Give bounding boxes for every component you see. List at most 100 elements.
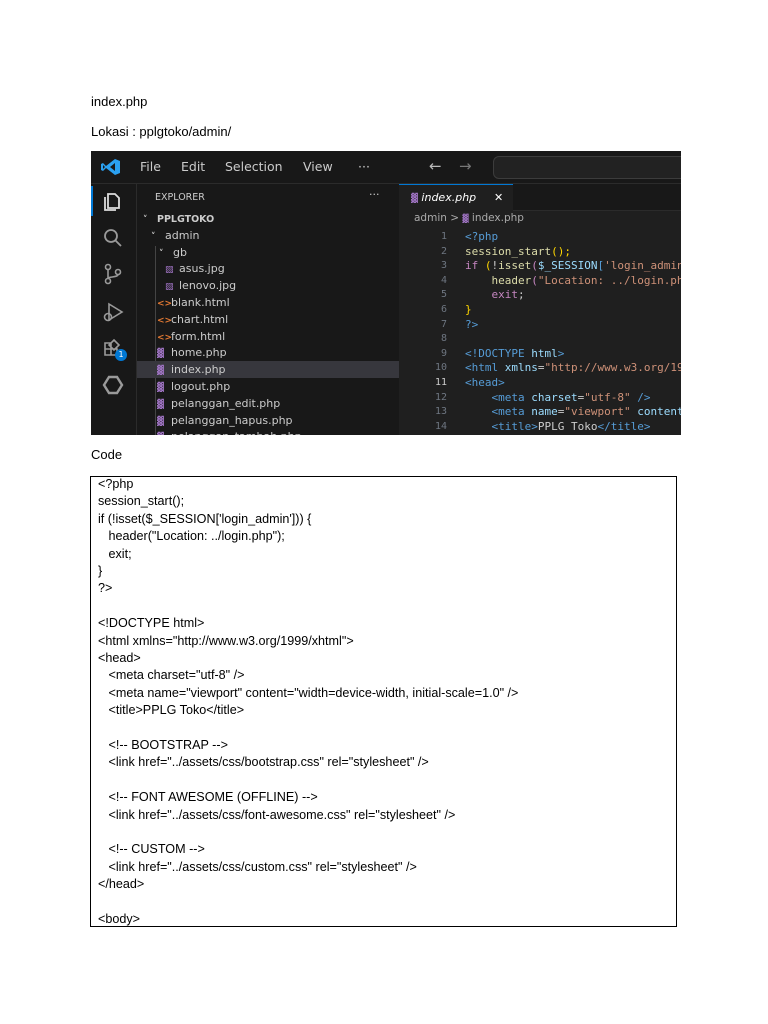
tab-strip xyxy=(513,184,681,211)
tree-item-pelanggan-edit-php[interactable]: ▓ pelanggan_edit.php xyxy=(137,395,419,412)
tree-item-label: chart.html xyxy=(171,312,229,326)
code-token: exit xyxy=(465,288,518,302)
line-number: 7 xyxy=(440,318,447,330)
code-text-line: <!-- CUSTOM --> xyxy=(98,842,205,857)
tree-item-asus-jpg[interactable]: ▧ asus.jpg xyxy=(137,260,427,277)
editor-pane: ▓ index.php ✕ admin > ▓ index.php 1 <?php… xyxy=(399,184,681,435)
search-icon[interactable] xyxy=(102,227,124,249)
code-token: "viewport" xyxy=(564,405,631,419)
breadcrumb-folder[interactable]: admin xyxy=(414,212,447,224)
line-number: 6 xyxy=(440,304,447,315)
tree-item-pelanggan-hapus-php[interactable]: ▓ pelanggan_hapus.php xyxy=(137,412,419,429)
tree-item-label: logout.php xyxy=(171,380,231,393)
tree-item-pelanggan-tambah-php[interactable]: ▓pelanggan_tambah.php xyxy=(137,428,419,435)
remote-explorer-icon[interactable] xyxy=(102,374,124,396)
code-text-line: session_start(); xyxy=(98,494,185,509)
line-number: 13 xyxy=(434,406,447,418)
activity-bar: 1 xyxy=(91,184,137,435)
menu-more[interactable]: ··· xyxy=(358,159,370,174)
code-token: ; xyxy=(517,288,525,302)
code-token: if xyxy=(465,259,485,273)
code-token: header xyxy=(465,273,532,287)
command-center-search[interactable] xyxy=(493,156,681,179)
code-token: </title> xyxy=(597,419,651,433)
tree-item-pplgtoko[interactable]: ˅ PPLGTOKO xyxy=(137,210,405,227)
forward-arrow-icon[interactable]: → xyxy=(459,157,472,175)
tree-item-form-html[interactable]: <>form.html xyxy=(137,328,419,345)
tree-item-chart-html[interactable]: <>chart.html xyxy=(137,311,419,328)
line-number: 12 xyxy=(434,391,447,403)
tree-item-blank-html[interactable]: <>blank.html xyxy=(137,294,419,311)
tree-item-index-php[interactable]: ▓ index.php xyxy=(137,361,419,379)
tab-index-php[interactable]: ▓ index.php ✕ xyxy=(399,184,513,210)
code-text-line: if (!isset($_SESSION['login_admin'])) { xyxy=(98,511,312,526)
tree-item-label: lenovo.jpg xyxy=(179,279,237,293)
line-number: 5 xyxy=(440,289,447,301)
tree-item-logout-php[interactable]: ▓ logout.php xyxy=(137,378,419,395)
line-number: 2 xyxy=(440,245,447,257)
code-text-line: <link href="../assets/css/bootstrap.css"… xyxy=(98,755,429,770)
code-text-line: <meta name="viewport" content="width=dev… xyxy=(98,685,519,700)
line-number: 10 xyxy=(434,362,447,374)
tab-label: index.php xyxy=(421,191,477,204)
code-token: "utf-8" xyxy=(584,390,631,404)
code-text-line: <body> xyxy=(98,912,141,926)
tree-item-label: index.php xyxy=(171,363,226,377)
code-line: <title>PPLG Toko</title> xyxy=(465,420,650,433)
tree-item-label: pelanggan_edit.php xyxy=(171,396,281,410)
code-text-line: } xyxy=(98,564,103,578)
line-number: 11 xyxy=(434,377,447,388)
explorer-more-icon[interactable]: ··· xyxy=(369,188,380,201)
code-line: <?php xyxy=(465,230,498,243)
code-line: <head> xyxy=(465,376,505,389)
title-bar: File Edit Selection View ··· ← → xyxy=(91,151,681,184)
close-tab-icon[interactable]: ✕ xyxy=(494,185,503,210)
code-line: header("Location: ../login.php" xyxy=(465,274,681,287)
tree-item-label: gb xyxy=(173,245,187,259)
tree-item-label: pelanggan_tambah.php xyxy=(171,430,302,435)
code-token: <head> xyxy=(465,376,505,389)
code-line: exit; xyxy=(465,288,525,302)
tree-item-label: form.html xyxy=(171,329,226,343)
code-token: isset xyxy=(498,259,532,273)
line-number: 3 xyxy=(440,260,447,272)
code-line: } xyxy=(465,303,472,316)
code-token: ( xyxy=(531,273,538,287)
tree-item-home-php[interactable]: ▓ home.php xyxy=(137,344,419,361)
code-token: ( xyxy=(484,259,492,273)
tree-item-admin[interactable]: ˅ admin xyxy=(137,227,413,244)
breadcrumb: admin > ▓ index.php xyxy=(414,212,524,224)
line-number: 8 xyxy=(440,333,447,345)
code-token: "http://www.w3.org/1999/xhtml" xyxy=(544,361,682,375)
breadcrumb-file[interactable]: index.php xyxy=(472,212,524,224)
code-line: session_start(); xyxy=(465,245,571,258)
code-text-line: <!DOCTYPE html> xyxy=(98,616,205,631)
tree-item-gb[interactable]: ˅ gb xyxy=(137,244,421,261)
menu-view[interactable]: View xyxy=(303,159,333,174)
menu-file[interactable]: File xyxy=(140,159,161,174)
line-number: 9 xyxy=(440,347,447,359)
code-text-line: <link href="../assets/css/font-awesome.c… xyxy=(98,807,456,822)
back-arrow-icon[interactable]: ← xyxy=(429,157,442,175)
menu-edit[interactable]: Edit xyxy=(181,159,205,174)
source-control-icon[interactable] xyxy=(102,263,124,285)
code-token: 'login_admin' xyxy=(604,259,681,273)
code-token: <title> xyxy=(465,419,538,433)
code-text-line: header("Location: ../login.php"); xyxy=(98,529,285,544)
code-token: <html xyxy=(465,361,505,375)
run-debug-icon[interactable] xyxy=(102,301,124,323)
code-text-line: <!-- BOOTSTRAP --> xyxy=(98,738,228,752)
code-token: > xyxy=(557,346,565,360)
php-file-icon: ▓ xyxy=(157,430,171,435)
vscode-screenshot: File Edit Selection View ··· ← → 1 EXPLO… xyxy=(91,151,681,435)
code-token: (); xyxy=(551,244,571,258)
menu-selection[interactable]: Selection xyxy=(225,159,283,174)
active-indicator xyxy=(91,186,93,216)
code-token: ( xyxy=(531,259,538,273)
code-text-line: <head> xyxy=(98,651,141,665)
tree-item-label: PPLGTOKO xyxy=(157,214,215,225)
code-text-line: <?php xyxy=(98,477,134,491)
explorer-files-icon[interactable] xyxy=(102,190,124,212)
tree-item-label: pelanggan_hapus.php xyxy=(171,413,293,427)
tree-item-lenovo-jpg[interactable]: ▧ lenovo.jpg xyxy=(137,277,427,294)
